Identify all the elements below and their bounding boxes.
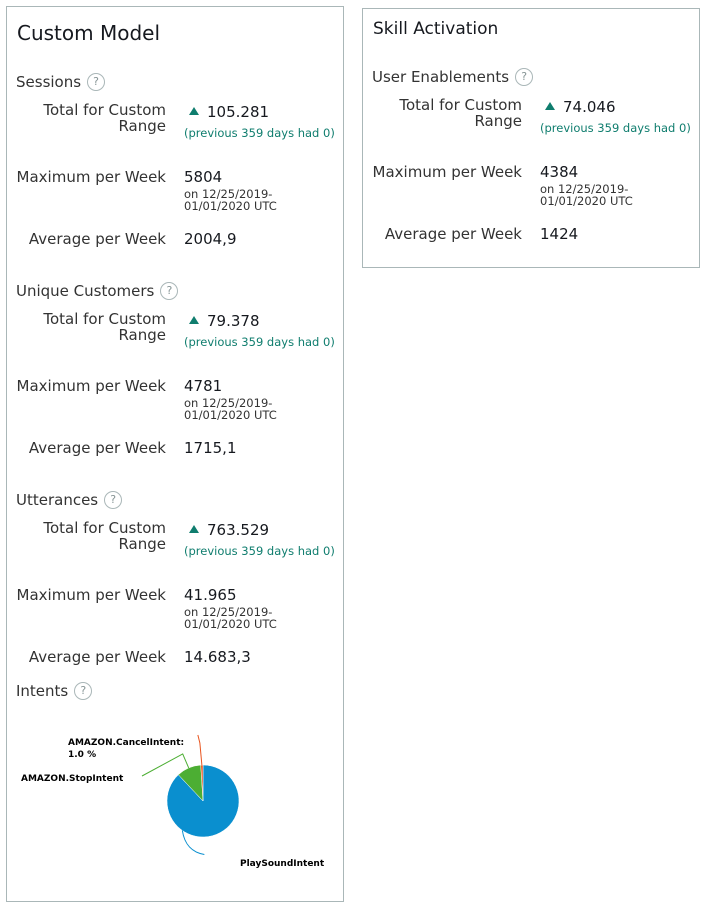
user-enablements-max-value: 4384 [540,163,579,181]
user-enablements-title: User Enablements [372,68,510,86]
user-enablements-total-label: Total for Custom Range [399,96,522,130]
user-enablements-max-date-line2: 01/01/2020 UTC [540,194,633,208]
user-enablements-total-value: 74.046 [563,98,616,116]
user-enablements-avg-value: 1424 [540,225,579,243]
pie-label-playsound: PlaySoundIntent [240,859,325,869]
trend-up-icon [545,102,555,110]
user-enablements-total-value-row: 74.046 [545,98,616,116]
user-enablements-avg-label: Average per Week [384,225,522,243]
pie-label-cancelintent: AMAZON.CancelIntent: [68,738,184,748]
user-enablements-previous-note: (previous 359 days had 0) [540,121,691,135]
skill-activation-title: Skill Activation [373,19,499,39]
user-enablements-help-icon[interactable]: ? [515,68,534,86]
leader-line-cancelintent [197,734,203,766]
pie-label-cancelintent-percent: 1.0 % [68,750,96,760]
user-enablements-max-date: on 12/25/2019- 01/01/2020 UTC [540,183,633,207]
user-enablements-max-label: Maximum per Week [372,163,522,181]
pie-label-stopintent: AMAZON.StopIntent [21,774,124,784]
user-enablements-heading: User Enablements ? [372,68,534,86]
